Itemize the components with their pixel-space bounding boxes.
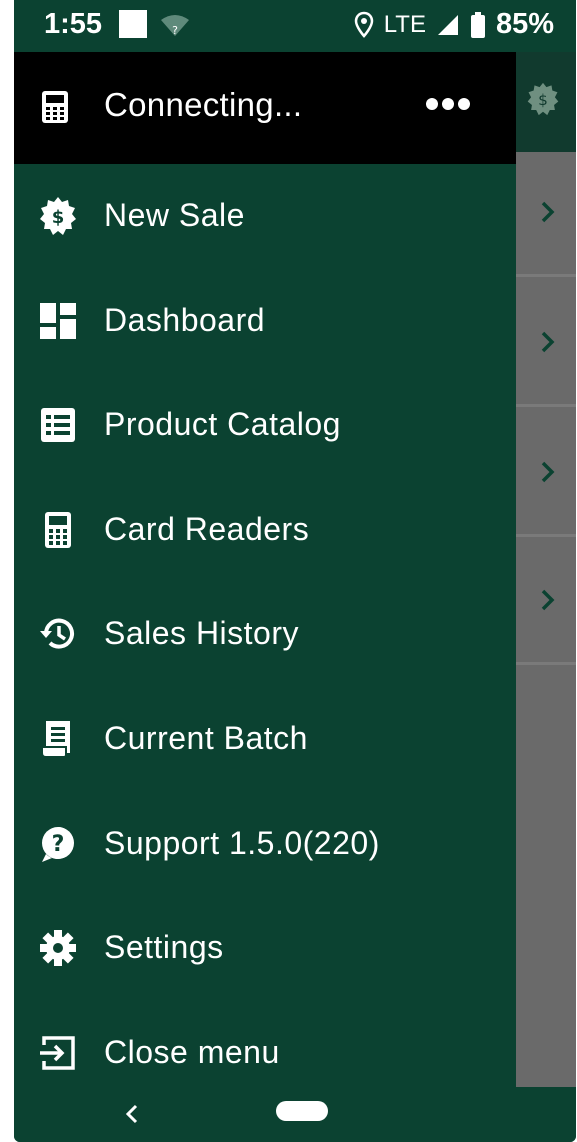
system-nav-bar (14, 1087, 576, 1142)
chevron-right-icon[interactable] (540, 588, 556, 612)
more-icon[interactable] (424, 92, 472, 116)
exit-icon (40, 1036, 75, 1070)
menu-item-label: Sales History (104, 615, 299, 652)
menu-item-sales-history[interactable]: Sales History (14, 582, 516, 687)
navigation-drawer: Connecting... $ New Sale Dashboard Produ… (14, 52, 516, 1087)
history-icon (40, 619, 74, 649)
menu-item-new-sale[interactable]: $ New Sale (14, 164, 516, 269)
signal-icon (437, 14, 458, 35)
menu-item-label: New Sale (104, 197, 245, 233)
wifi-unknown-icon: ? (161, 15, 189, 37)
home-pill-button[interactable] (276, 1101, 328, 1121)
help-icon: ? (42, 826, 74, 862)
drawer-menu: $ New Sale Dashboard Product Catalog Car… (14, 164, 516, 1105)
connection-status: Connecting... (104, 86, 303, 123)
menu-item-label: Close menu (104, 1033, 280, 1070)
divider (514, 404, 576, 407)
background-app-header: $ (514, 52, 576, 152)
menu-item-label: Dashboard (104, 301, 266, 338)
dashboard-icon (40, 302, 76, 339)
battery-percent: 85% (495, 8, 554, 40)
chevron-right-icon[interactable] (540, 330, 556, 354)
divider (514, 534, 576, 537)
phone-screen: 1:55 ? LTE 85% $ Connecting... $ New Sal… (14, 0, 576, 1142)
chevron-right-icon[interactable] (540, 200, 556, 224)
dollar-badge-icon: $ (40, 197, 76, 235)
status-time: 1:55 (44, 8, 103, 40)
menu-item-current-batch[interactable]: Current Batch (14, 687, 516, 792)
divider (514, 274, 576, 277)
chevron-right-icon[interactable] (540, 460, 556, 484)
list-icon (41, 408, 75, 443)
svg-text:$: $ (52, 207, 65, 228)
menu-item-label: Settings (104, 929, 224, 966)
location-icon (354, 11, 373, 38)
network-type: LTE (383, 10, 426, 38)
status-right: LTE 85% (354, 8, 554, 41)
drawer-header: Connecting... (14, 52, 516, 164)
svg-text:?: ? (52, 832, 65, 857)
menu-item-label: Support 1.5.0(220) (104, 824, 380, 861)
notification-square-icon (119, 10, 147, 38)
divider (514, 662, 576, 665)
gear-icon (40, 930, 76, 967)
battery-icon (470, 11, 485, 38)
menu-item-support[interactable]: ? Support 1.5.0(220) (14, 792, 516, 897)
svg-text:$: $ (538, 91, 548, 109)
menu-item-label: Card Readers (104, 510, 310, 547)
back-icon[interactable] (124, 1103, 140, 1125)
menu-item-product-catalog[interactable]: Product Catalog (14, 373, 516, 478)
menu-item-label: Current Batch (104, 719, 308, 756)
receipt-icon (41, 720, 70, 758)
status-bar: 1:55 ? LTE 85% (14, 0, 576, 52)
background-app-scrim[interactable]: $ (514, 52, 576, 1087)
calculator-icon (45, 511, 71, 548)
svg-text:?: ? (172, 24, 178, 37)
menu-item-dashboard[interactable]: Dashboard (14, 269, 516, 374)
calculator-icon (42, 91, 68, 123)
menu-item-label: Product Catalog (104, 406, 341, 443)
menu-item-card-readers[interactable]: Card Readers (14, 478, 516, 583)
dollar-badge-icon: $ (527, 82, 559, 116)
menu-item-settings[interactable]: Settings (14, 896, 516, 1001)
